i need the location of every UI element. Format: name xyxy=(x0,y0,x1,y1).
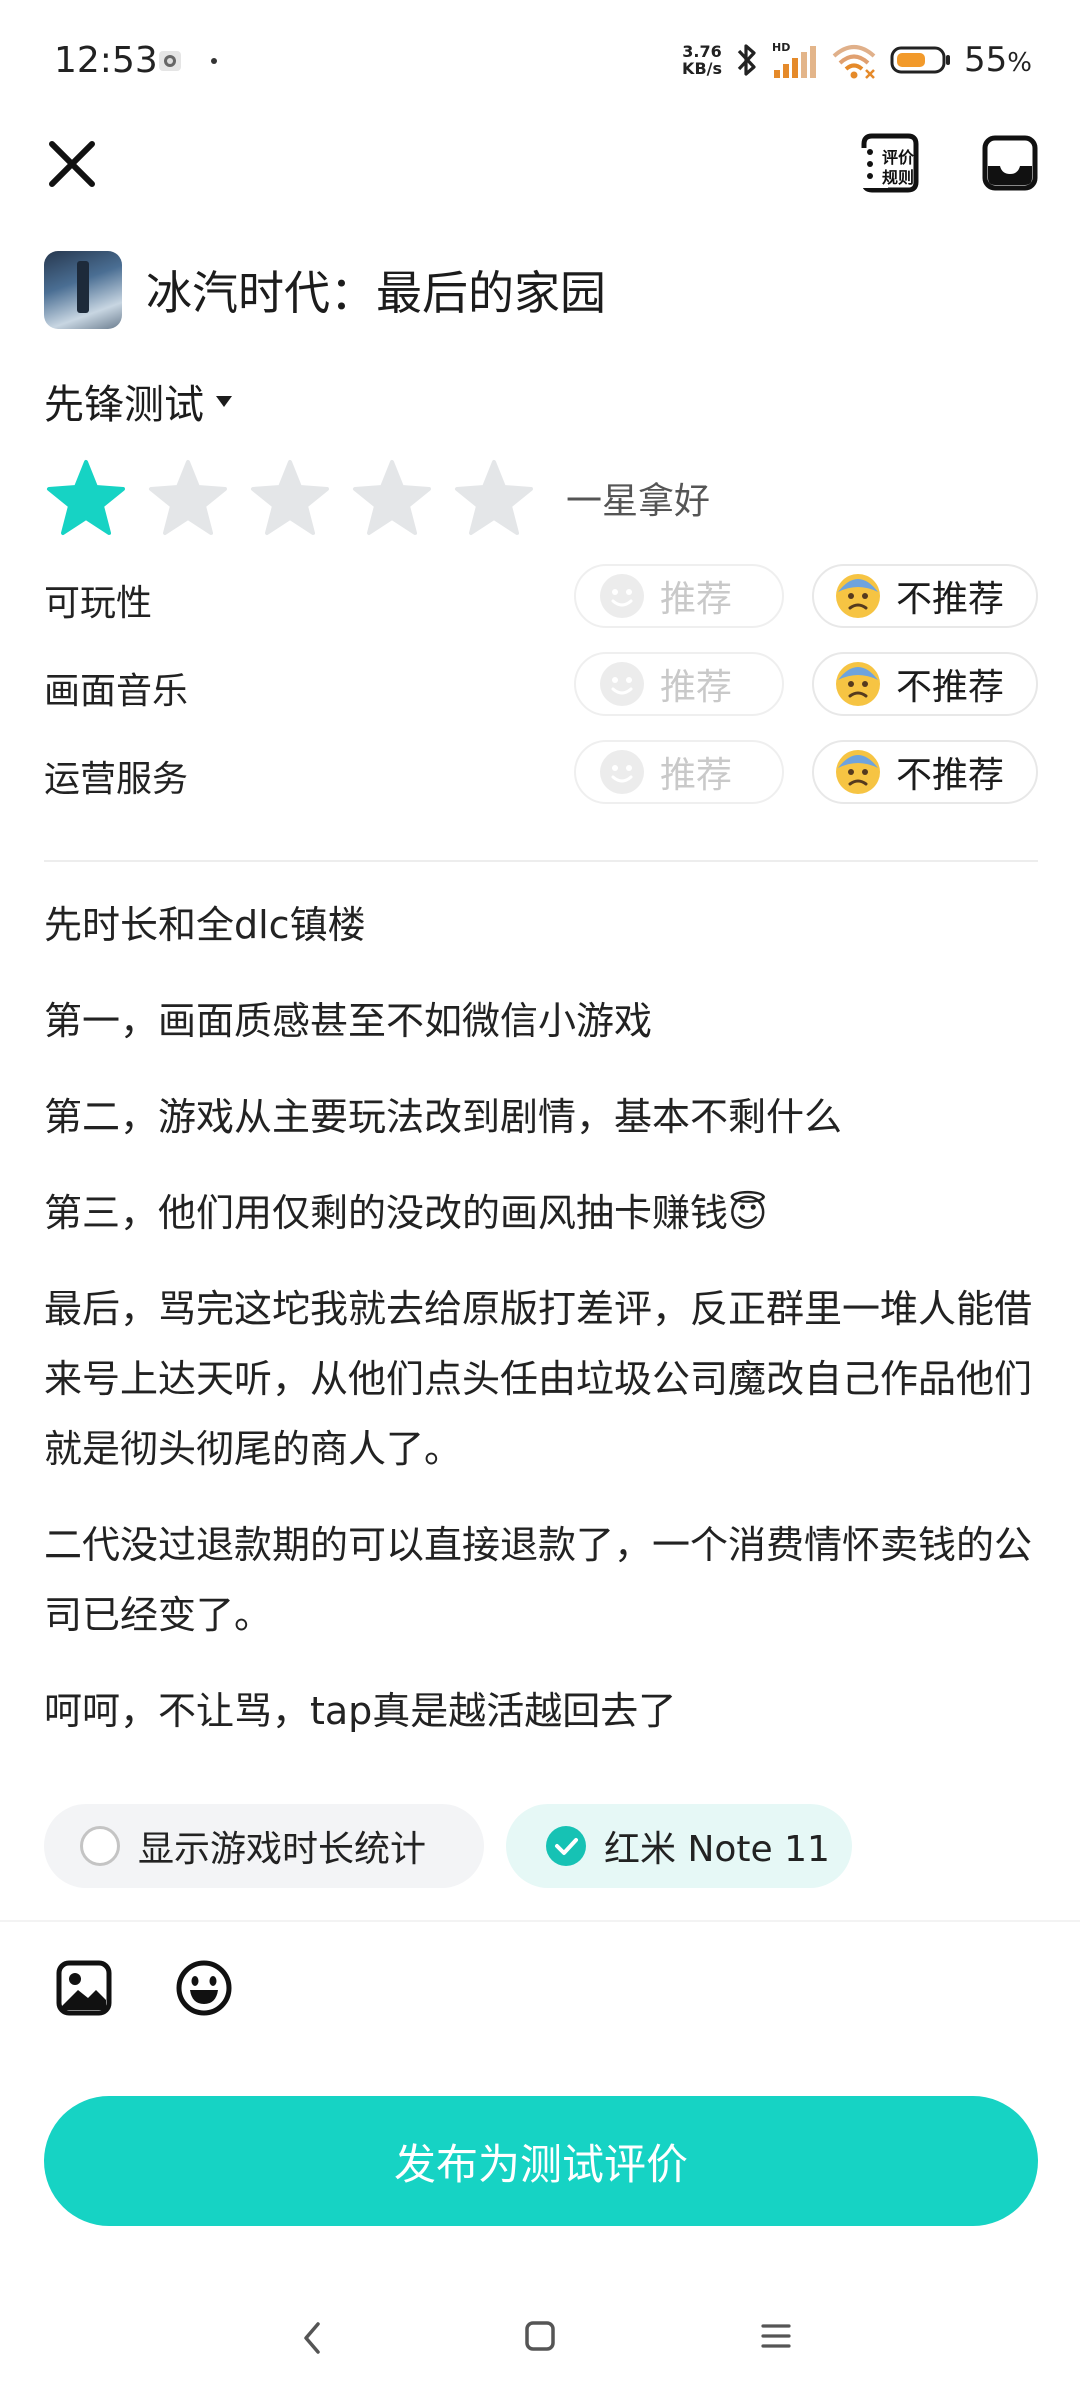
game-icon xyxy=(44,251,122,329)
review-paragraph: 呵呵，不让骂，tap真是越活越回去了 xyxy=(44,1689,677,1733)
sad-face-icon xyxy=(836,750,880,794)
svg-text:规则: 规则 xyxy=(882,168,914,187)
header: 评价 规则 xyxy=(0,120,1080,210)
status-left-icons xyxy=(158,50,218,72)
version-label: 先锋测试 xyxy=(44,382,204,428)
smile-face-icon xyxy=(600,662,644,706)
net-speed: 3.76 KB/s xyxy=(682,43,722,77)
not-recommend-button[interactable]: 不推荐 xyxy=(812,740,1038,804)
image-icon[interactable] xyxy=(56,1960,112,2016)
status-bar: 12:53 3.76 KB/s HD 55% xyxy=(0,0,1080,120)
emoji-icon[interactable] xyxy=(176,1960,232,2016)
review-paragraph: 第三，他们用仅剩的没改的画风抽卡赚钱😇 xyxy=(44,1191,768,1235)
menu-icon[interactable] xyxy=(760,2320,792,2352)
recommend-label: 推荐 xyxy=(660,755,733,796)
recommend-button[interactable]: 推荐 xyxy=(574,652,784,716)
not-recommend-label: 不推荐 xyxy=(896,755,1005,796)
review-paragraph: 先时长和全dlc镇楼 xyxy=(44,903,366,947)
status-right-icons: 3.76 KB/s HD 55% xyxy=(682,40,1032,80)
recommend-button[interactable]: 推荐 xyxy=(574,740,784,804)
net-speed-unit: KB/s xyxy=(682,59,723,78)
publish-button[interactable]: 发布为测试评价 xyxy=(44,2096,1038,2226)
divider xyxy=(44,860,1038,862)
rules-icon[interactable]: 评价 规则 xyxy=(858,130,922,196)
aspect-row-graphics-music: 画面音乐 推荐 不推荐 xyxy=(44,652,1038,716)
review-paragraph: 二代没过退款期的可以直接退款了，一个消费情怀卖钱的公司已经变了。 xyxy=(44,1523,1033,1637)
aspect-row-gameplay: 可玩性 推荐 不推荐 xyxy=(44,564,1038,628)
wifi-icon xyxy=(832,45,876,79)
signal-icon: HD xyxy=(772,41,817,78)
game-title: 冰汽时代：最后的家园 xyxy=(146,266,606,320)
draft-box-icon[interactable] xyxy=(982,130,1038,196)
game-title-row: 冰汽时代：最后的家园 xyxy=(44,250,606,330)
svg-text:HD: HD xyxy=(772,41,790,54)
bluetooth-icon xyxy=(737,44,756,76)
not-recommend-label: 不推荐 xyxy=(896,667,1005,708)
smile-face-icon xyxy=(600,750,644,794)
recommend-button[interactable]: 推荐 xyxy=(574,564,784,628)
caret-down-icon xyxy=(216,395,232,407)
back-icon[interactable] xyxy=(296,2318,326,2358)
review-text-area[interactable]: 先时长和全dlc镇楼 第一，画面质感甚至不如微信小游戏 第二，游戏从主要玩法改到… xyxy=(44,890,1044,1772)
star-2-icon[interactable] xyxy=(146,458,230,538)
device-label: 红米 Note 11 xyxy=(604,1829,830,1870)
star-4-icon[interactable] xyxy=(350,458,434,538)
recommend-label: 推荐 xyxy=(660,579,733,620)
unchecked-radio-icon xyxy=(80,1826,120,1866)
star-3-icon[interactable] xyxy=(248,458,332,538)
aspect-label: 运营服务 xyxy=(44,759,189,800)
review-paragraph: 最后，骂完这坨我就去给原版打差评，反正群里一堆人能借来号上达天听，从他们点头任由… xyxy=(44,1287,1033,1471)
toolbar-divider xyxy=(0,1920,1080,1922)
aspect-label: 可玩性 xyxy=(44,583,153,624)
show-playtime-toggle[interactable]: 显示游戏时长统计 xyxy=(44,1804,484,1888)
battery-percent: 55% xyxy=(964,40,1032,80)
check-circle-icon xyxy=(546,1826,586,1866)
sad-face-icon xyxy=(836,574,880,618)
recommend-label: 推荐 xyxy=(660,667,733,708)
star-1-icon[interactable] xyxy=(44,458,128,538)
star-rating: 一星拿好 xyxy=(44,458,710,538)
svg-text:评价: 评价 xyxy=(882,148,915,167)
photo-notification-icon xyxy=(159,51,181,71)
net-speed-value: 3.76 xyxy=(682,42,722,61)
device-toggle[interactable]: 红米 Note 11 xyxy=(506,1804,852,1888)
smile-face-icon xyxy=(600,574,644,618)
home-icon[interactable] xyxy=(524,2320,556,2352)
status-time: 12:53 xyxy=(54,40,158,81)
not-recommend-label: 不推荐 xyxy=(896,579,1005,620)
aspect-label: 画面音乐 xyxy=(44,671,189,712)
review-paragraph: 第二，游戏从主要玩法改到剧情，基本不剩什么 xyxy=(44,1095,843,1139)
battery-icon xyxy=(890,46,951,74)
version-select[interactable]: 先锋测试 xyxy=(44,372,232,430)
not-recommend-button[interactable]: 不推荐 xyxy=(812,652,1038,716)
show-playtime-label: 显示游戏时长统计 xyxy=(138,1829,427,1870)
dot-icon xyxy=(211,58,217,64)
aspect-row-service: 运营服务 推荐 不推荐 xyxy=(44,740,1038,804)
star-5-icon[interactable] xyxy=(452,458,536,538)
rating-text: 一星拿好 xyxy=(566,481,711,522)
not-recommend-button[interactable]: 不推荐 xyxy=(812,564,1038,628)
review-paragraph: 第一，画面质感甚至不如微信小游戏 xyxy=(44,999,653,1043)
sad-face-icon xyxy=(836,662,880,706)
close-icon[interactable] xyxy=(44,136,100,192)
